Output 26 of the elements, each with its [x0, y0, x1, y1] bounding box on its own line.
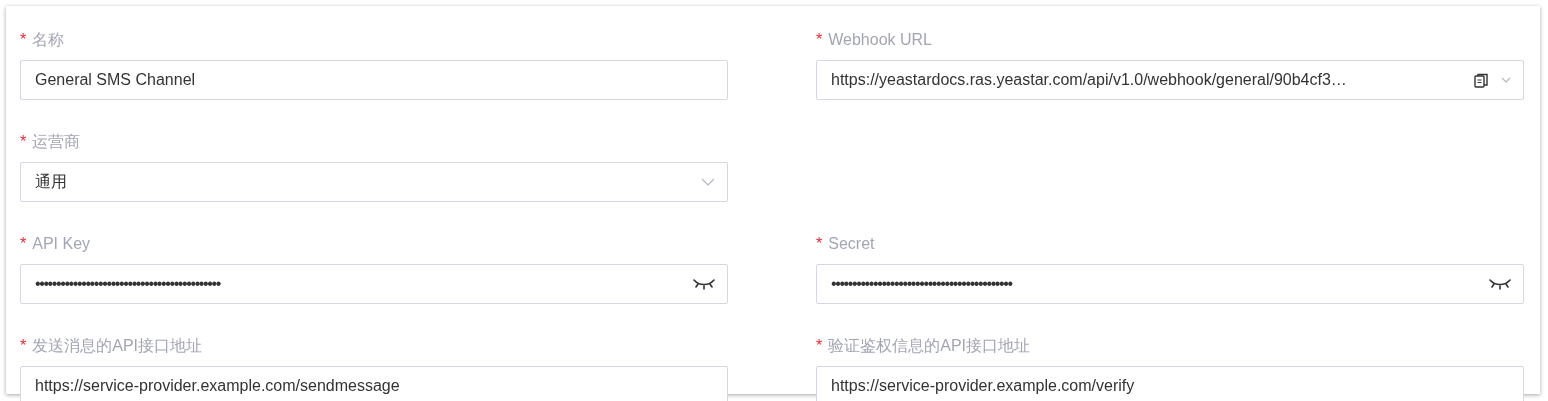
required-mark: * — [816, 30, 823, 50]
carrier-select[interactable]: 通用 — [20, 162, 728, 202]
password-field[interactable]: ••••••••••••••••••••••••••••••••••••••••••• — [816, 264, 1524, 304]
required-mark: * — [20, 234, 27, 254]
required-mark: * — [816, 234, 823, 254]
text-field[interactable]: https://service-provider.example.com/sendmessage — [20, 366, 728, 401]
required-mark: * — [20, 132, 27, 152]
required-mark: * — [20, 336, 27, 356]
required-mark: * — [20, 30, 27, 50]
field-label: 名称 — [32, 30, 65, 50]
text-field[interactable]: https://service-provider.example.com/verify — [816, 366, 1524, 401]
field-label: Secret — [828, 234, 875, 254]
field-label: 运营商 — [32, 132, 81, 152]
eye-closed-icon[interactable] — [693, 278, 715, 290]
field-label: 验证鉴权信息的API接口地址 — [828, 336, 1031, 356]
chevron-down-icon — [701, 178, 715, 186]
password-field[interactable]: •••••••••••••••••••••••••••••••••••••••••••• — [20, 264, 728, 304]
copy-icon[interactable] — [1474, 72, 1489, 88]
eye-closed-icon[interactable] — [1489, 278, 1511, 290]
field-label: 发送消息的API接口地址 — [32, 336, 203, 356]
chevron-down-icon — [1501, 77, 1511, 83]
field-label: Webhook URL — [828, 30, 932, 50]
required-mark: * — [816, 336, 823, 356]
field-label: API Key — [32, 234, 91, 254]
text-field[interactable]: General SMS Channel — [20, 60, 728, 100]
webhook-url-field[interactable]: https://yeastardocs.ras.yeastar.com/api/v1.0/webhook/general/90b4cf3… — [816, 60, 1524, 100]
